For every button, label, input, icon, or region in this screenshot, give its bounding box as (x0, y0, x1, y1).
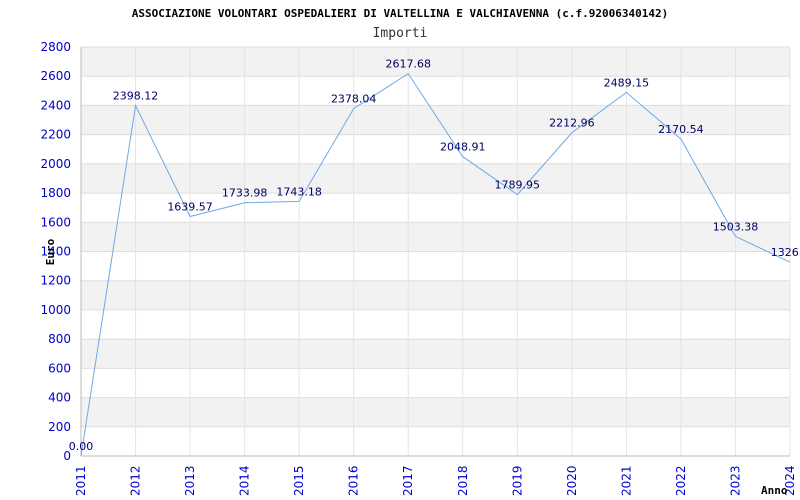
y-axis-label: Euro (44, 238, 57, 265)
data-label: 1639.57 (167, 201, 213, 214)
data-label: 1789.95 (495, 179, 541, 192)
plot-band (81, 397, 790, 427)
x-tick-label: 2015 (292, 465, 306, 496)
x-tick-label: 2018 (456, 465, 470, 496)
data-label: 2378.04 (331, 93, 377, 106)
y-tick-label: 2000 (40, 157, 71, 171)
x-tick-label: 2012 (129, 465, 143, 496)
plot-band (81, 368, 790, 398)
x-tick-label: 2021 (619, 465, 633, 496)
data-label: 2048.91 (440, 141, 486, 154)
x-tick-label: 2011 (74, 465, 88, 496)
y-tick-label: 800 (48, 332, 71, 346)
plot-band (81, 280, 790, 310)
y-tick-label: 400 (48, 391, 71, 405)
plot-band (81, 309, 790, 340)
chart-subtitle: Importi (373, 26, 428, 41)
x-tick-label: 2023 (728, 465, 742, 496)
data-label: 1503.38 (713, 220, 759, 233)
x-axis-ticks: 2011 2012 2013 2014 2015 2016 2017 2018 2019 2020… (74, 465, 797, 496)
x-tick-label: 2013 (183, 465, 197, 496)
data-label: 2398.12 (113, 90, 159, 103)
x-axis-label: Anno (761, 484, 788, 497)
plot-band (81, 163, 790, 194)
data-label: 2170.54 (658, 123, 704, 136)
data-label: 2212.96 (549, 117, 595, 130)
data-label: 1743.18 (276, 185, 322, 198)
plot-band (81, 47, 790, 77)
y-tick-label: 2400 (40, 98, 71, 112)
y-tick-label: 1000 (40, 303, 71, 317)
x-tick-label: 2022 (674, 465, 688, 496)
plot-band (81, 76, 790, 106)
y-tick-label: 200 (48, 420, 71, 434)
plot-band (81, 222, 790, 252)
y-tick-label: 2200 (40, 128, 71, 142)
x-tick-label: 2016 (347, 465, 361, 496)
x-tick-label: 2017 (401, 465, 415, 496)
plot-bands (80, 46, 791, 457)
plot-band (81, 339, 790, 369)
plot-band (81, 134, 790, 164)
plot-band (81, 426, 790, 456)
y-tick-label: 1800 (40, 186, 71, 200)
data-label: 1733.98 (222, 187, 268, 200)
y-tick-label: 1200 (40, 274, 71, 288)
chart-title: ASSOCIAZIONE VOLONTARI OSPEDALIERI DI VA… (132, 7, 668, 20)
y-tick-label: 2800 (40, 40, 71, 54)
x-tick-label: 2020 (565, 465, 579, 496)
data-label: 1326.7 (771, 246, 800, 259)
x-tick-label: 2019 (510, 465, 524, 496)
data-label: 2489.15 (604, 76, 650, 89)
data-label: 0.00 (69, 440, 94, 453)
y-tick-label: 1600 (40, 215, 71, 229)
data-label: 2617.68 (385, 58, 431, 71)
plot-band (81, 251, 790, 281)
y-tick-label: 2600 (40, 69, 71, 83)
x-tick-label: 2014 (238, 465, 252, 496)
line-chart: ASSOCIAZIONE VOLONTARI OSPEDALIERI DI VA… (40, 7, 800, 497)
y-tick-label: 600 (48, 361, 71, 375)
